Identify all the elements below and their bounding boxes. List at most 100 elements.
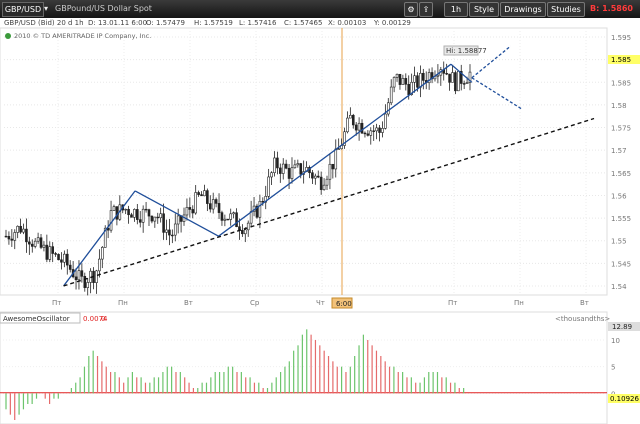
logo-icon [5,33,11,39]
candle-body [65,253,69,266]
candle-body [127,208,130,216]
candle-body [54,253,57,255]
candle-body [243,229,247,235]
candle-body [226,218,230,221]
candle-body [241,229,244,235]
candle-body [45,244,49,260]
candle-body [413,75,416,83]
candle-body [124,208,127,211]
candle-body [363,132,367,135]
candle-body [217,203,221,213]
candle-body [401,78,405,85]
candle-body [354,124,358,131]
candle-body [109,210,113,231]
candle-body [165,229,168,233]
candle-body [197,192,200,195]
candle-body [4,235,8,238]
candle-body [83,276,87,288]
price-axis-tick-label: 1.57 [611,147,627,155]
candle-body [223,218,227,221]
candle-body [375,127,378,132]
candle-body [378,127,381,133]
candle-body [281,163,285,174]
candle-body [462,83,466,85]
candle-body [325,178,329,186]
candle-body [188,207,192,210]
time-axis-tick-label: Вт [580,299,589,307]
current-price-label: 1.585 [611,56,631,64]
candle-body [36,237,40,242]
candle-body [334,148,338,170]
candle-body [19,225,22,233]
candle-body [173,223,177,236]
candle-body [389,86,393,104]
candle-body [130,214,133,218]
candle-body [246,222,250,231]
candle-body [153,216,157,222]
oscillator-axis-tick-label: 5 [611,364,615,372]
candle-body [267,176,270,197]
candle-body [386,102,390,115]
candle-body [150,215,154,222]
candle-body [445,73,448,75]
candle-body [7,236,11,240]
candle-body [86,282,90,288]
candle-body [436,74,440,77]
price-axis-tick-label: 1.555 [611,215,631,223]
hi-annotation-label: Hi: 1.58877 [446,47,487,55]
candle-body [200,194,203,197]
candle-body [208,203,212,210]
candle-body [311,172,314,179]
price-axis-tick-label: 1.575 [611,125,631,133]
candle-body [48,246,52,260]
candle-body [30,243,34,247]
price-axis-tick-label: 1.565 [611,170,631,178]
candle-body [141,208,145,223]
candle-body [454,72,457,92]
candle-body [80,270,84,277]
candle-body [22,228,25,233]
price-axis-tick-label: 1.55 [611,238,627,246]
candle-body [293,164,297,169]
oscillator-current-label: 0.10926 [610,395,639,403]
candle-body [314,175,317,179]
oscillator-title: AwesomeOscillator [3,315,70,323]
candle-body [211,199,215,210]
candle-body [465,82,469,84]
candle-body [346,117,349,133]
candle-body [337,148,340,150]
candle-body [60,259,63,263]
candle-body [214,199,218,204]
candle-body [366,133,370,136]
candle-body [287,167,291,179]
price-chart[interactable]: 1.54 1.545 1.55 1.555 1.56 1.565 1.57 1.575 1.58… [0,0,640,424]
candle-body [235,212,238,228]
candle-body [77,270,81,281]
candle-body [101,247,104,260]
price-axis-tick-label: 1.545 [611,260,631,268]
candle-body [95,270,98,283]
candle-body [360,122,364,134]
candle-body [115,206,119,220]
copyright-text: 2010 © TD AMERITRADE IP Company, Inc. [14,32,151,40]
candle-body [404,78,408,85]
candle-body [57,254,60,261]
candle-body [68,264,72,270]
candle-body [284,163,288,169]
oscillator-unit: <thousandths> [555,315,610,323]
candle-body [448,73,451,83]
candle-body [42,244,46,248]
candle-body [159,213,162,219]
candle-body [296,163,300,166]
oscillator-axis-tick-label: 10 [611,337,620,345]
candle-body [168,229,171,236]
candle-body [261,200,265,203]
candle-body [144,208,148,211]
candle-body [316,175,320,178]
oscillator-max-label: 12.89 [612,323,632,331]
time-axis-tick-label: Пт [448,299,457,307]
candle-body [328,163,332,180]
candle-body [229,213,233,220]
time-axis-tick-label: Пн [118,299,128,307]
candle-body [419,72,422,88]
